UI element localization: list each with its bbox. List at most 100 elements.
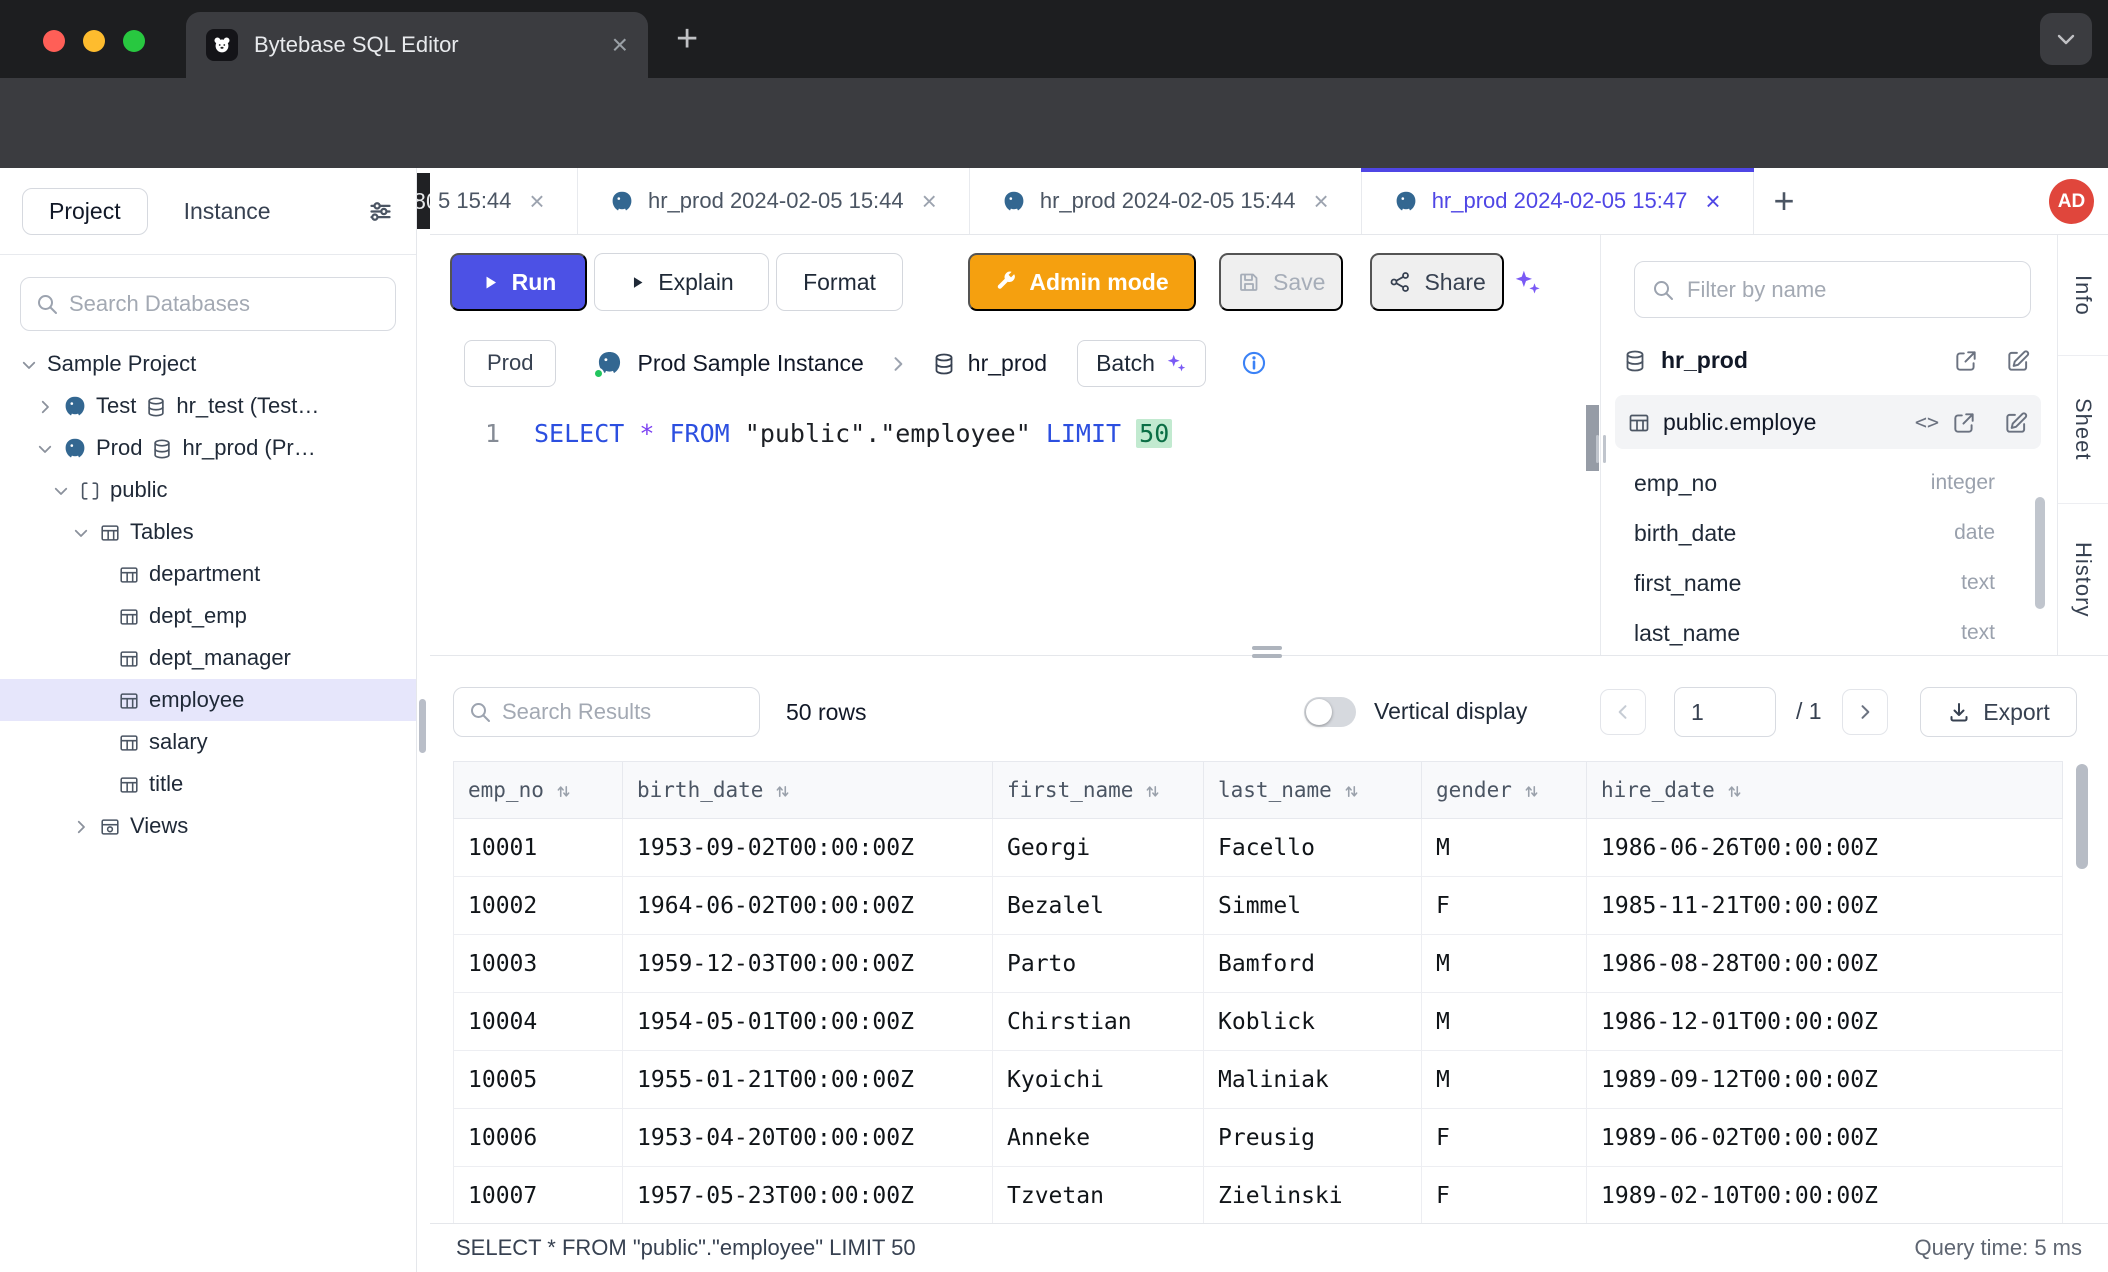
chevron-right-icon[interactable] bbox=[72, 813, 90, 839]
table-row[interactable]: 100071957-05-23T00:00:00ZTzvetanZielinsk… bbox=[454, 1167, 2063, 1225]
results-resize-handle[interactable] bbox=[1252, 646, 1282, 658]
sidebar-resize-handle[interactable] bbox=[419, 699, 426, 753]
postgres-icon bbox=[596, 350, 623, 377]
external-link-icon[interactable] bbox=[1953, 346, 1979, 374]
format-button[interactable]: Format bbox=[776, 253, 903, 311]
table-cell: 1953-04-20T00:00:00Z bbox=[623, 1109, 993, 1167]
close-tab-icon[interactable]: × bbox=[612, 31, 628, 59]
prev-page-button[interactable] bbox=[1600, 689, 1646, 735]
close-icon[interactable]: × bbox=[922, 188, 937, 214]
tab-info-label: Info bbox=[2070, 275, 2096, 316]
tab-instance[interactable]: Instance bbox=[184, 198, 271, 225]
sheet-tab-active[interactable]: hr_prod 2024-02-05 15:47 × bbox=[1362, 168, 1754, 234]
page-number-input[interactable] bbox=[1674, 687, 1776, 737]
table-row[interactable]: 100011953-09-02T00:00:00ZGeorgiFacelloM1… bbox=[454, 819, 2063, 877]
database-search[interactable] bbox=[20, 277, 396, 331]
instance-name[interactable]: Prod Sample Instance bbox=[637, 350, 863, 377]
table-row[interactable]: 100061953-04-20T00:00:00ZAnnekePreusigF1… bbox=[454, 1109, 2063, 1167]
sort-icon[interactable] bbox=[554, 778, 573, 802]
sort-icon[interactable] bbox=[773, 778, 792, 802]
tree-item-sample-project[interactable]: Sample Project bbox=[0, 343, 416, 385]
schema-table-row[interactable]: public.employe <> bbox=[1615, 395, 2041, 449]
sql-keyword: SELECT bbox=[534, 419, 624, 448]
results-search[interactable] bbox=[453, 687, 760, 737]
tab-sheet[interactable]: Sheet bbox=[2058, 356, 2108, 504]
results-scrollbar[interactable] bbox=[2076, 764, 2088, 869]
close-icon[interactable]: × bbox=[529, 188, 544, 214]
sql-editor[interactable]: 1 SELECT * FROM "public"."employee" LIMI… bbox=[430, 403, 1600, 655]
chevron-down-icon[interactable] bbox=[72, 519, 90, 545]
column-header-hire-date[interactable]: hire_date bbox=[1587, 762, 2063, 819]
filter-settings-icon[interactable] bbox=[367, 198, 394, 225]
table-row[interactable]: 100031959-12-03T00:00:00ZPartoBamfordM19… bbox=[454, 935, 2063, 993]
search-results-input[interactable] bbox=[502, 699, 745, 725]
environment-chip[interactable]: Prod bbox=[464, 340, 556, 387]
schema-scrollbar[interactable] bbox=[2035, 497, 2045, 609]
tree-item-test-db[interactable]: Test hr_test (Test… bbox=[0, 385, 416, 427]
maximize-window-button[interactable] bbox=[123, 30, 145, 52]
table-row[interactable]: 100051955-01-21T00:00:00ZKyoichiMaliniak… bbox=[454, 1051, 2063, 1109]
chevron-down-icon[interactable] bbox=[52, 477, 70, 503]
info-icon[interactable] bbox=[1240, 349, 1268, 377]
column-header-last-name[interactable]: last_name bbox=[1204, 762, 1422, 819]
chevron-down-icon[interactable] bbox=[36, 435, 54, 461]
postgres-icon bbox=[1394, 188, 1418, 214]
tree-item-table-employee-selected[interactable]: employee bbox=[0, 679, 416, 721]
explain-button[interactable]: Explain bbox=[594, 253, 769, 311]
column-header-first-name[interactable]: first_name bbox=[993, 762, 1204, 819]
tree-item-table-title[interactable]: title bbox=[0, 763, 416, 805]
sheet-tab-1[interactable]: hr_prod 2024-02-05 15:44 × bbox=[578, 168, 970, 234]
vertical-display-toggle[interactable] bbox=[1304, 697, 1356, 727]
save-button[interactable]: Save bbox=[1219, 253, 1343, 311]
sort-icon[interactable] bbox=[1342, 778, 1361, 802]
tree-item-tables-group[interactable]: Tables bbox=[0, 511, 416, 553]
new-tab-button[interactable]: + bbox=[676, 20, 698, 58]
filter-by-name-input[interactable] bbox=[1687, 277, 2014, 303]
column-header-gender[interactable]: gender bbox=[1422, 762, 1587, 819]
code-icon[interactable]: <> bbox=[1915, 410, 1939, 434]
tree-item-table-dept-manager[interactable]: dept_manager bbox=[0, 637, 416, 679]
new-sheet-button[interactable]: + bbox=[1774, 183, 1795, 219]
tree-item-schema-public[interactable]: public bbox=[0, 469, 416, 511]
minimize-window-button[interactable] bbox=[83, 30, 105, 52]
share-button[interactable]: Share bbox=[1370, 253, 1503, 311]
table-cell: F bbox=[1422, 1109, 1587, 1167]
tree-item-table-department[interactable]: department bbox=[0, 553, 416, 595]
tab-info[interactable]: Info bbox=[2058, 235, 2108, 356]
tree-item-views-group[interactable]: Views bbox=[0, 805, 416, 847]
next-page-button[interactable] bbox=[1842, 689, 1888, 735]
external-link-icon[interactable] bbox=[1951, 408, 1977, 436]
table-row[interactable]: 100021964-06-02T00:00:00ZBezalelSimmelF1… bbox=[454, 877, 2063, 935]
edit-icon[interactable] bbox=[2005, 346, 2031, 374]
chevron-right-icon[interactable] bbox=[36, 393, 54, 419]
edit-icon[interactable] bbox=[2003, 408, 2029, 436]
sort-icon[interactable] bbox=[1143, 778, 1162, 802]
column-header-emp-no[interactable]: emp_no bbox=[454, 762, 623, 819]
sort-icon[interactable] bbox=[1522, 778, 1541, 802]
sheet-tab-2[interactable]: hr_prod 2024-02-05 15:44 × bbox=[970, 168, 1362, 234]
table-row[interactable]: 100041954-05-01T00:00:00ZChirstianKoblic… bbox=[454, 993, 2063, 1051]
tab-overflow-button[interactable] bbox=[2040, 13, 2092, 65]
browser-tab[interactable]: Bytebase SQL Editor × bbox=[186, 12, 648, 78]
export-button[interactable]: Export bbox=[1920, 687, 2077, 737]
tab-project[interactable]: Project bbox=[22, 188, 148, 235]
sheet-tab-partial[interactable]: 5 15:44 × bbox=[430, 168, 578, 234]
tree-item-table-salary[interactable]: salary bbox=[0, 721, 416, 763]
search-databases-input[interactable] bbox=[69, 291, 381, 317]
batch-button[interactable]: Batch bbox=[1077, 340, 1206, 387]
tree-item-prod-db[interactable]: Prod hr_prod (Pr… bbox=[0, 427, 416, 469]
chevron-down-icon[interactable] bbox=[20, 351, 38, 377]
run-button[interactable]: Run bbox=[450, 253, 587, 311]
tree-item-table-dept-emp[interactable]: dept_emp bbox=[0, 595, 416, 637]
close-icon[interactable]: × bbox=[1705, 188, 1720, 214]
column-header-birth-date[interactable]: birth_date bbox=[623, 762, 993, 819]
ai-sparkle-icon[interactable] bbox=[1512, 267, 1542, 297]
schema-filter[interactable] bbox=[1634, 261, 2031, 318]
database-name[interactable]: hr_prod bbox=[968, 350, 1047, 377]
close-window-button[interactable] bbox=[43, 30, 65, 52]
admin-mode-button[interactable]: Admin mode bbox=[968, 253, 1196, 311]
avatar[interactable]: AD bbox=[2049, 179, 2094, 224]
close-icon[interactable]: × bbox=[1314, 188, 1329, 214]
sort-icon[interactable] bbox=[1725, 778, 1744, 802]
tab-history[interactable]: History bbox=[2058, 504, 2108, 655]
